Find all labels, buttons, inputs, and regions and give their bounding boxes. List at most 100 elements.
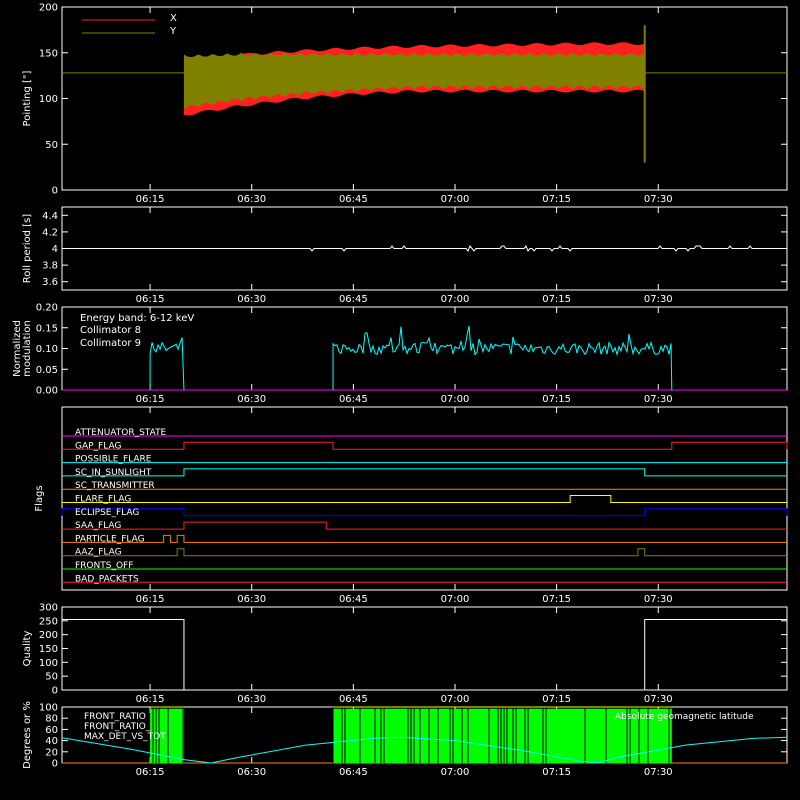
x-tick-label: 07:00	[441, 294, 470, 305]
y-axis-label: Quality	[22, 631, 33, 667]
x-tick-label: 07:00	[441, 767, 470, 778]
x-tick-label: 07:00	[441, 194, 470, 205]
x-tick-label: 07:30	[644, 767, 673, 778]
x-tick-label: 07:15	[542, 594, 571, 605]
legend-latitude: Absolute geomagnetic latitude	[615, 712, 754, 722]
x-tick-label: 07:30	[644, 394, 673, 405]
legend-energy-band: Energy band: 6-12 keV	[80, 313, 194, 324]
flag-label-attenuator_state: ATTENUATOR_STATE	[75, 428, 167, 438]
legend-collimator8: Collimator 8	[80, 325, 141, 336]
x-tick-label: 07:00	[441, 594, 470, 605]
x-tick-label: 07:15	[542, 767, 571, 778]
y-tick-label: 0.10	[36, 344, 58, 355]
y-tick-label: 100	[39, 94, 58, 105]
legend-collimator9: Collimator 9	[80, 338, 141, 349]
y-axis-label: modulation	[22, 320, 33, 377]
legend-max-det: MAX_DET_VS_TOT	[84, 732, 166, 742]
flag-line-particle_flag	[62, 534, 787, 543]
flag-label-saa_flag: SAA_FLAG	[75, 521, 121, 531]
legend-front-ratio: FRONT_RATIO	[84, 712, 146, 722]
flag-label-sc_in_sunlight: SC_IN_SUNLIGHT	[75, 468, 152, 478]
y-tick-label: 80	[45, 714, 58, 725]
x-tick-label: 06:45	[339, 767, 368, 778]
flag-label-eclipse_flag: ECLIPSE_FLAG	[75, 508, 139, 518]
flag-label-fronts_off: FRONTS_OFF	[75, 561, 133, 571]
roll-period-line	[62, 245, 786, 252]
x-tick-label: 07:15	[542, 394, 571, 405]
x-tick-label: 06:15	[136, 767, 165, 778]
x-tick-label: 06:30	[237, 194, 266, 205]
quality-line	[62, 618, 787, 691]
y-axis-label: Roll period [s]	[22, 214, 33, 283]
y-tick-label: 0.15	[36, 323, 58, 334]
x-tick-label: 06:15	[136, 394, 165, 405]
x-tick-label: 07:30	[644, 194, 673, 205]
x-tick-label: 07:15	[542, 194, 571, 205]
flag-line-saa_flag	[62, 521, 787, 530]
x-tick-label: 07:30	[644, 294, 673, 305]
flag-label-aaz_flag: AAZ_FLAG	[75, 548, 122, 558]
y-tick-label: 100	[39, 658, 58, 669]
x-tick-label: 07:15	[542, 294, 571, 305]
flag-line-flare_flag	[62, 495, 787, 503]
y-tick-label: 60	[45, 725, 58, 736]
y-axis-label: Pointing ["]	[22, 70, 33, 126]
y-axis-label: Degrees or %	[22, 701, 33, 769]
y-tick-label: 3.6	[42, 277, 58, 288]
panel-3-frame	[61, 406, 788, 591]
x-tick-label: 06:30	[237, 694, 266, 705]
y-axis-label: Flags	[34, 485, 45, 511]
y-tick-label: 4.2	[42, 227, 58, 238]
y-tick-label: 50	[45, 672, 58, 683]
flag-label-particle_flag: PARTICLE_FLAG	[75, 534, 145, 544]
x-tick-label: 06:45	[339, 694, 368, 705]
x-tick-label: 07:30	[644, 594, 673, 605]
y-tick-label: 100	[39, 703, 58, 714]
x-tick-label: 06:30	[237, 767, 266, 778]
y-tick-label: 4	[52, 244, 58, 255]
y-tick-label: 200	[39, 630, 58, 641]
y-tick-label: 40	[45, 736, 58, 747]
x-tick-label: 06:15	[136, 294, 165, 305]
y-tick-label: 0.20	[36, 303, 58, 314]
flag-label-bad_packets: BAD_PACKETS	[75, 574, 139, 584]
flag-line-gap_flag	[62, 441, 788, 450]
x-tick-label: 06:15	[136, 694, 165, 705]
x-tick-label: 07:00	[441, 394, 470, 405]
y-tick-label: 0	[52, 186, 58, 197]
legend-y-label: Y	[169, 26, 177, 37]
legend-x-label: X	[170, 13, 177, 24]
y-tick-label: 4.4	[42, 211, 58, 222]
y-tick-label: 150	[39, 48, 58, 59]
x-tick-label: 07:00	[441, 694, 470, 705]
flag-label-gap_flag: GAP_FLAG	[75, 441, 121, 451]
y-tick-label: 0	[52, 686, 58, 697]
hessi-plot: 06:15 06:30 06:45 07:00 07:15 07:30 0 50 100 150 2…	[12, 3, 788, 778]
flag-line-sc_in_sunlight	[62, 468, 787, 477]
y-tick-label: 0	[52, 759, 58, 770]
flag-line-eclipse_flag	[61, 508, 788, 517]
collimator8-segment-0	[149, 337, 185, 391]
x-tick-label: 06:30	[237, 294, 266, 305]
y-tick-label: 250	[39, 616, 58, 627]
x-tick-label: 07:15	[542, 694, 571, 705]
legend-front-ratio-2: FRONT_RATIO_	[84, 722, 151, 732]
flag-label-flare_flag: FLARE_FLAG	[75, 495, 131, 505]
flag-label-sc_transmitter: SC_TRANSMITTER	[75, 481, 155, 491]
x-tick-label: 06:30	[237, 394, 266, 405]
y-tick-label: 0.05	[36, 365, 58, 376]
x-tick-label: 06:15	[136, 594, 165, 605]
y-tick-label: 50	[45, 140, 58, 151]
y-tick-label: 200	[39, 3, 58, 14]
y-tick-label: 0.00	[36, 386, 58, 397]
x-tick-label: 06:45	[339, 594, 368, 605]
flag-line-aaz_flag	[62, 548, 787, 557]
x-tick-label: 06:45	[339, 294, 368, 305]
collimator8-segment-1	[332, 325, 673, 391]
x-tick-label: 06:45	[339, 194, 368, 205]
y-tick-label: 20	[45, 747, 58, 758]
y-tick-label: 150	[39, 644, 58, 655]
flag-label-possible_flare: POSSIBLE_FLARE	[75, 455, 152, 465]
y-tick-label: 300	[39, 603, 58, 614]
x-tick-label: 06:30	[237, 594, 266, 605]
